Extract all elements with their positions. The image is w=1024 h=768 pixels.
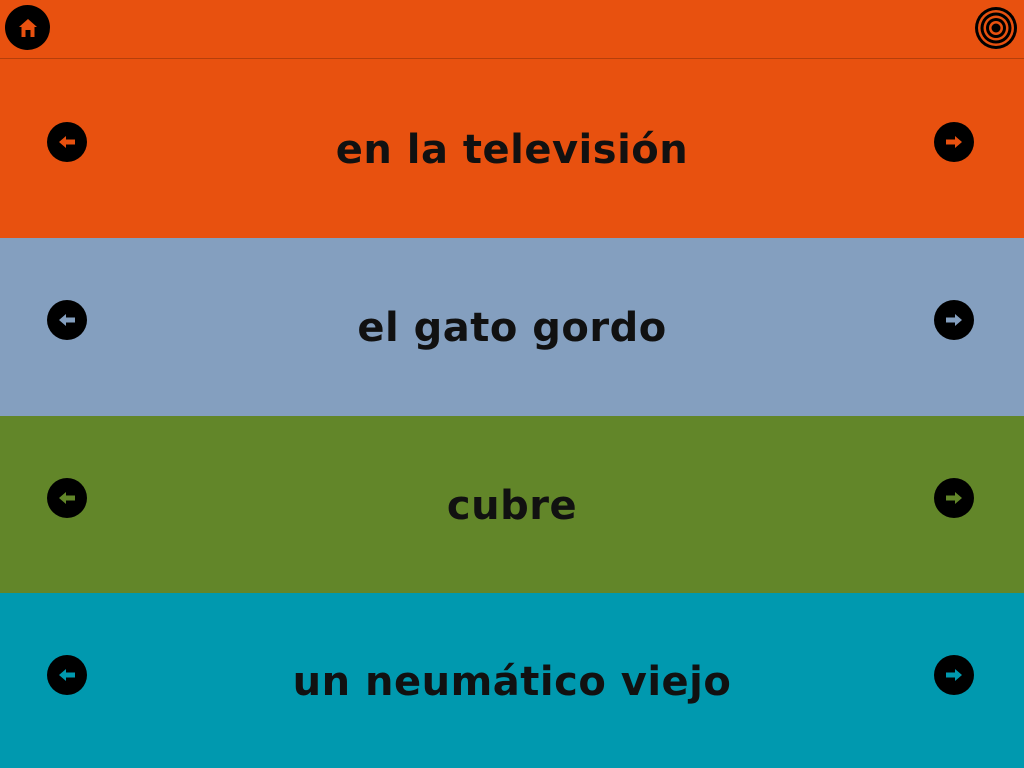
arrow-left-icon	[59, 669, 75, 681]
next-button[interactable]	[934, 122, 974, 162]
phrase-row-3: cubre	[0, 416, 1024, 593]
top-bar	[0, 0, 1024, 59]
arrow-right-icon	[946, 492, 962, 504]
next-button[interactable]	[934, 655, 974, 695]
phrase-text[interactable]: en la televisión	[120, 59, 904, 238]
arrow-left-icon	[59, 136, 75, 148]
next-button[interactable]	[934, 300, 974, 340]
home-button[interactable]	[5, 5, 50, 50]
arrow-right-icon	[946, 669, 962, 681]
phrase-text[interactable]: el gato gordo	[120, 238, 904, 416]
target-button[interactable]	[974, 6, 1018, 50]
phrase-text[interactable]: un neumático viejo	[120, 593, 904, 768]
previous-button[interactable]	[47, 478, 87, 518]
phrase-row-1: en la televisión	[0, 59, 1024, 238]
arrow-left-icon	[59, 314, 75, 326]
previous-button[interactable]	[47, 122, 87, 162]
previous-button[interactable]	[47, 655, 87, 695]
phrase-text[interactable]: cubre	[120, 416, 904, 593]
arrow-left-icon	[59, 492, 75, 504]
sentence-builder-app: en la televisión el gato gordo cubre un …	[0, 0, 1024, 768]
arrow-right-icon	[946, 136, 962, 148]
phrase-row-2: el gato gordo	[0, 238, 1024, 416]
home-icon	[18, 18, 37, 37]
next-button[interactable]	[934, 478, 974, 518]
previous-button[interactable]	[47, 300, 87, 340]
arrow-right-icon	[946, 314, 962, 326]
phrase-row-4: un neumático viejo	[0, 593, 1024, 768]
target-icon	[975, 7, 1017, 49]
